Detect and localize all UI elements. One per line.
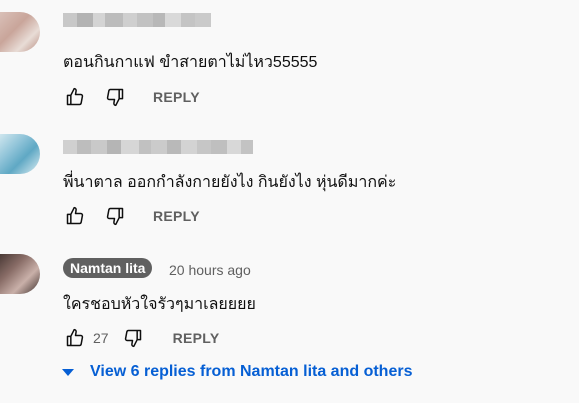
view-replies-label: View 6 replies from Namtan lita and othe… xyxy=(90,363,413,380)
dislike-button[interactable] xyxy=(121,326,145,350)
like-button[interactable] xyxy=(63,326,87,350)
comment-actions: REPLY xyxy=(63,204,200,228)
reply-button[interactable]: REPLY xyxy=(173,330,220,346)
comment-1: ตอนกินกาแฟ ขำสายตาไม่ไหว55555 REPLY xyxy=(0,0,579,115)
thumb-up-icon xyxy=(66,206,84,225)
comment-text: ใครชอบหัวใจรัวๆมาเลยยยย xyxy=(63,296,256,313)
avatar[interactable] xyxy=(0,12,40,52)
comment-actions: REPLY xyxy=(63,85,200,109)
comment-text: พี่นาตาล ออกกำลังกายยังไง กินยังไง หุ่นด… xyxy=(63,174,397,191)
thumb-down-icon xyxy=(106,207,124,226)
like-button[interactable] xyxy=(63,204,87,228)
thumb-up-icon xyxy=(66,87,84,106)
comment-text: ตอนกินกาแฟ ขำสายตาไม่ไหว55555 xyxy=(63,54,318,71)
author-name-blurred[interactable] xyxy=(63,13,211,27)
author-name-blurred[interactable] xyxy=(63,140,253,154)
avatar[interactable] xyxy=(0,134,40,174)
reply-button[interactable]: REPLY xyxy=(153,89,200,105)
comment-actions: 27 REPLY xyxy=(63,326,219,350)
comment-2: พี่นาตาล ออกกำลังกายยังไง กินยังไง หุ่นด… xyxy=(0,120,579,235)
comment-timestamp[interactable]: 20 hours ago xyxy=(169,262,251,278)
thumb-up-icon xyxy=(66,328,84,347)
thumb-down-icon xyxy=(124,329,141,348)
view-replies-button[interactable]: View 6 replies from Namtan lita and othe… xyxy=(62,363,412,381)
like-button[interactable] xyxy=(63,85,87,109)
reply-button[interactable]: REPLY xyxy=(153,208,200,224)
author-chip[interactable]: Namtan lita xyxy=(63,258,153,278)
thumb-down-icon xyxy=(106,88,124,107)
dislike-button[interactable] xyxy=(103,204,127,228)
like-count: 27 xyxy=(93,330,109,346)
avatar[interactable] xyxy=(0,254,40,294)
caret-down-icon xyxy=(62,368,74,376)
dislike-button[interactable] xyxy=(103,85,127,109)
